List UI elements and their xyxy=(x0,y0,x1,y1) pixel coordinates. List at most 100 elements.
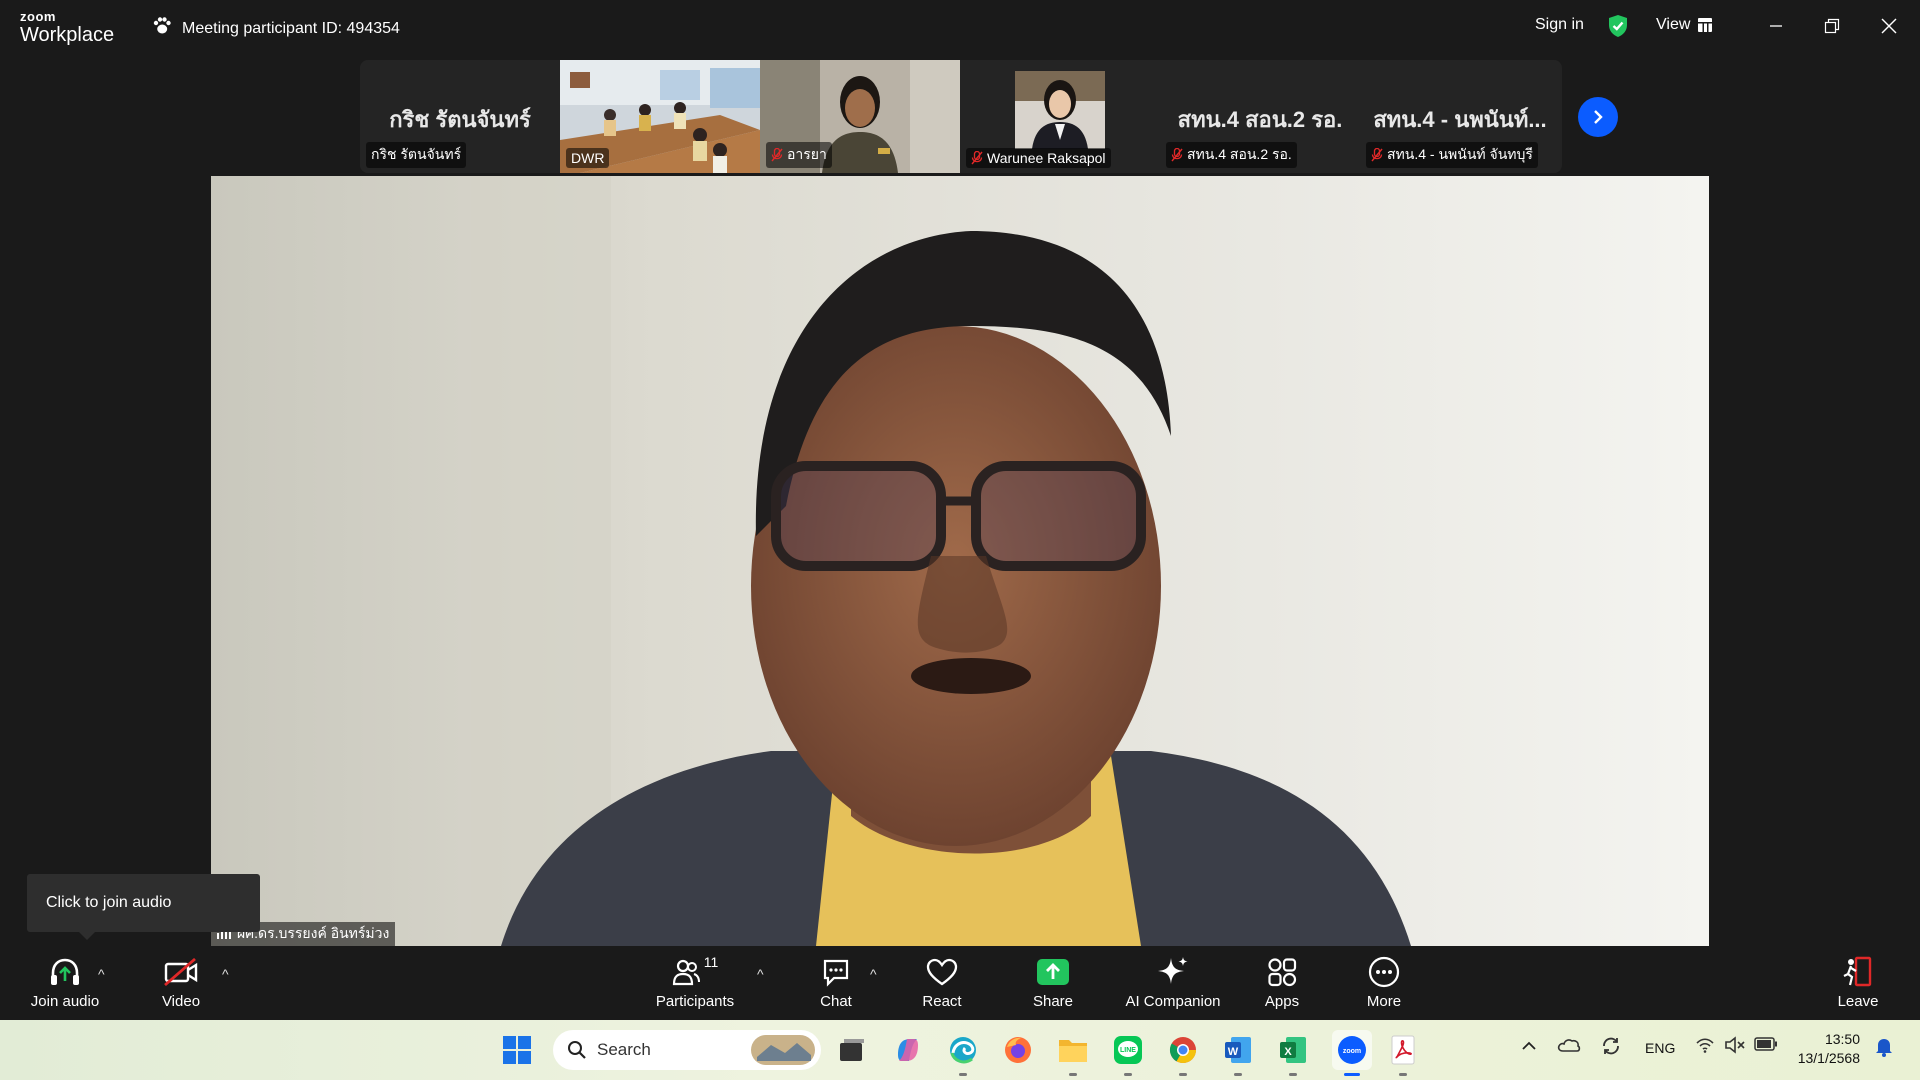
participant-name: กริช รัตนจันทร์ xyxy=(371,146,462,162)
notification-bell-icon[interactable] xyxy=(1874,1036,1894,1061)
more-icon xyxy=(1368,956,1400,988)
encryption-shield-icon[interactable] xyxy=(1607,14,1629,43)
share-screen-button[interactable]: Share xyxy=(1026,956,1080,1010)
participant-name-label: DWR xyxy=(566,148,610,168)
taskbar-search-box[interactable]: Search xyxy=(553,1030,821,1070)
leave-meeting-button[interactable]: Leave xyxy=(1836,956,1880,1010)
svg-text:zoom: zoom xyxy=(1343,1048,1361,1055)
running-indicator xyxy=(1399,1073,1407,1076)
heart-icon xyxy=(926,956,958,988)
search-placeholder: Search xyxy=(597,1040,651,1059)
participant-name-label: อารยา xyxy=(766,142,832,168)
more-button[interactable]: More xyxy=(1363,956,1405,1010)
participant-tile[interactable]: DWR xyxy=(560,60,760,173)
active-indicator xyxy=(1344,1073,1360,1076)
video-options-caret-icon[interactable]: ^ xyxy=(222,966,229,982)
clock-date: 13/1/2568 xyxy=(1797,1050,1860,1066)
speaker-muted-icon[interactable] xyxy=(1724,1036,1746,1057)
participant-tile[interactable]: Warunee Raksapol xyxy=(960,60,1160,173)
participant-tile[interactable]: กริช รัตนจันทร์ กริช รัตนจันทร์ xyxy=(360,60,560,173)
participants-count: 11 xyxy=(703,954,719,970)
onedrive-cloud-icon[interactable] xyxy=(1557,1036,1581,1057)
file-explorer-icon[interactable] xyxy=(1057,1034,1089,1076)
gallery-next-button[interactable] xyxy=(1578,97,1618,137)
battery-icon[interactable] xyxy=(1754,1037,1778,1054)
wifi-icon[interactable] xyxy=(1695,1037,1715,1056)
start-video-button[interactable]: Video xyxy=(148,956,214,1010)
participant-tile[interactable]: สทน.4 สอน.2 รอ. สทน.4 สอน.2 รอ. xyxy=(1160,60,1360,173)
sign-in-link[interactable]: Sign in xyxy=(1535,16,1584,34)
audio-options-caret-icon[interactable]: ^ xyxy=(98,966,105,982)
participant-name-label: สทน.4 - นพนันท์ จันทบุรี xyxy=(1366,142,1538,168)
share-label: Share xyxy=(1032,993,1074,1010)
svg-text:W: W xyxy=(1228,1046,1239,1058)
input-language[interactable]: ENG xyxy=(1645,1040,1675,1056)
apps-button[interactable]: Apps xyxy=(1262,956,1302,1010)
firefox-icon[interactable] xyxy=(1002,1034,1034,1066)
sync-icon[interactable] xyxy=(1600,1035,1622,1060)
apps-label: Apps xyxy=(1264,993,1300,1010)
participant-name: อารยา xyxy=(787,146,827,162)
running-indicator xyxy=(1289,1073,1297,1076)
chat-button[interactable]: Chat xyxy=(809,956,863,1010)
participants-label: Participants xyxy=(655,993,735,1010)
system-clock[interactable]: 13:50 13/1/2568 xyxy=(1796,1030,1860,1068)
minimize-icon[interactable] xyxy=(1760,12,1792,40)
excel-icon[interactable]: X xyxy=(1277,1034,1309,1076)
zoom-workplace-logo: zoom Workplace xyxy=(20,10,114,45)
participants-button[interactable]: 11 Participants xyxy=(655,954,735,1010)
meeting-info[interactable]: Meeting participant ID: 494354 xyxy=(152,17,400,40)
muted-mic-icon xyxy=(1171,148,1183,162)
participant-tile[interactable]: อารยา xyxy=(760,60,960,173)
share-screen-icon xyxy=(1037,956,1069,988)
copilot-icon[interactable] xyxy=(892,1034,924,1066)
title-bar: zoom Workplace Meeting participant ID: 4… xyxy=(0,0,1920,54)
chat-icon xyxy=(821,956,851,988)
participant-name-label: Warunee Raksapol xyxy=(966,148,1111,168)
participant-name-label: สทน.4 สอน.2 รอ. xyxy=(1166,142,1297,168)
line-app-icon[interactable]: LINE xyxy=(1112,1034,1144,1076)
video-label: Video xyxy=(161,993,201,1010)
zoom-app-icon[interactable]: zoom xyxy=(1332,1030,1372,1076)
join-audio-tooltip: Click to join audio xyxy=(27,874,260,940)
participant-name: Warunee Raksapol xyxy=(987,150,1106,166)
chevron-right-icon xyxy=(1594,110,1603,124)
grid-icon xyxy=(1698,18,1713,32)
ai-companion-label: AI Companion xyxy=(1125,993,1221,1010)
participants-options-caret-icon[interactable]: ^ xyxy=(757,966,764,982)
paw-icon xyxy=(152,17,172,40)
pdf-reader-icon[interactable] xyxy=(1387,1034,1419,1076)
chat-options-caret-icon[interactable]: ^ xyxy=(870,966,877,982)
speaker-video-frame xyxy=(471,176,1411,946)
running-indicator xyxy=(1124,1073,1132,1076)
react-button[interactable]: React xyxy=(914,956,970,1010)
participant-name: สทน.4 - นพนันท์ จันทบุรี xyxy=(1387,146,1533,162)
running-indicator xyxy=(1234,1073,1242,1076)
chrome-icon[interactable] xyxy=(1167,1034,1199,1076)
meeting-controls-toolbar: Join audio ^ Video ^ 11 Participants ^ C… xyxy=(0,946,1920,1020)
participant-name: DWR xyxy=(571,150,605,166)
search-icon xyxy=(568,1041,586,1059)
ai-companion-button[interactable]: AI Companion xyxy=(1122,956,1224,1010)
muted-mic-icon xyxy=(1371,148,1383,162)
participant-tile[interactable]: สทน.4 - นพนันท์... สทน.4 - นพนันท์ จันทบ… xyxy=(1360,60,1560,173)
logo-zoom-text: zoom xyxy=(20,9,56,24)
view-label: View xyxy=(1656,16,1691,33)
join-audio-button[interactable]: Join audio xyxy=(28,956,102,1010)
word-icon[interactable]: W xyxy=(1222,1034,1254,1076)
show-hidden-icons-chevron-icon[interactable] xyxy=(1522,1038,1536,1054)
restore-icon[interactable] xyxy=(1816,12,1848,40)
edge-browser-icon[interactable] xyxy=(947,1034,979,1076)
chat-label: Chat xyxy=(820,993,852,1010)
running-indicator xyxy=(1179,1073,1187,1076)
view-button[interactable]: View xyxy=(1656,16,1713,34)
windows-start-icon[interactable] xyxy=(501,1034,533,1066)
participant-display-name: สทน.4 - นพนันท์... xyxy=(1373,107,1547,132)
running-indicator xyxy=(959,1073,967,1076)
muted-mic-icon xyxy=(771,148,783,162)
task-view-icon[interactable] xyxy=(836,1034,868,1066)
join-audio-label: Join audio xyxy=(30,993,100,1010)
close-icon[interactable] xyxy=(1873,12,1905,40)
leave-door-icon xyxy=(1842,956,1874,988)
participant-name-label: กริช รัตนจันทร์ xyxy=(366,142,467,168)
